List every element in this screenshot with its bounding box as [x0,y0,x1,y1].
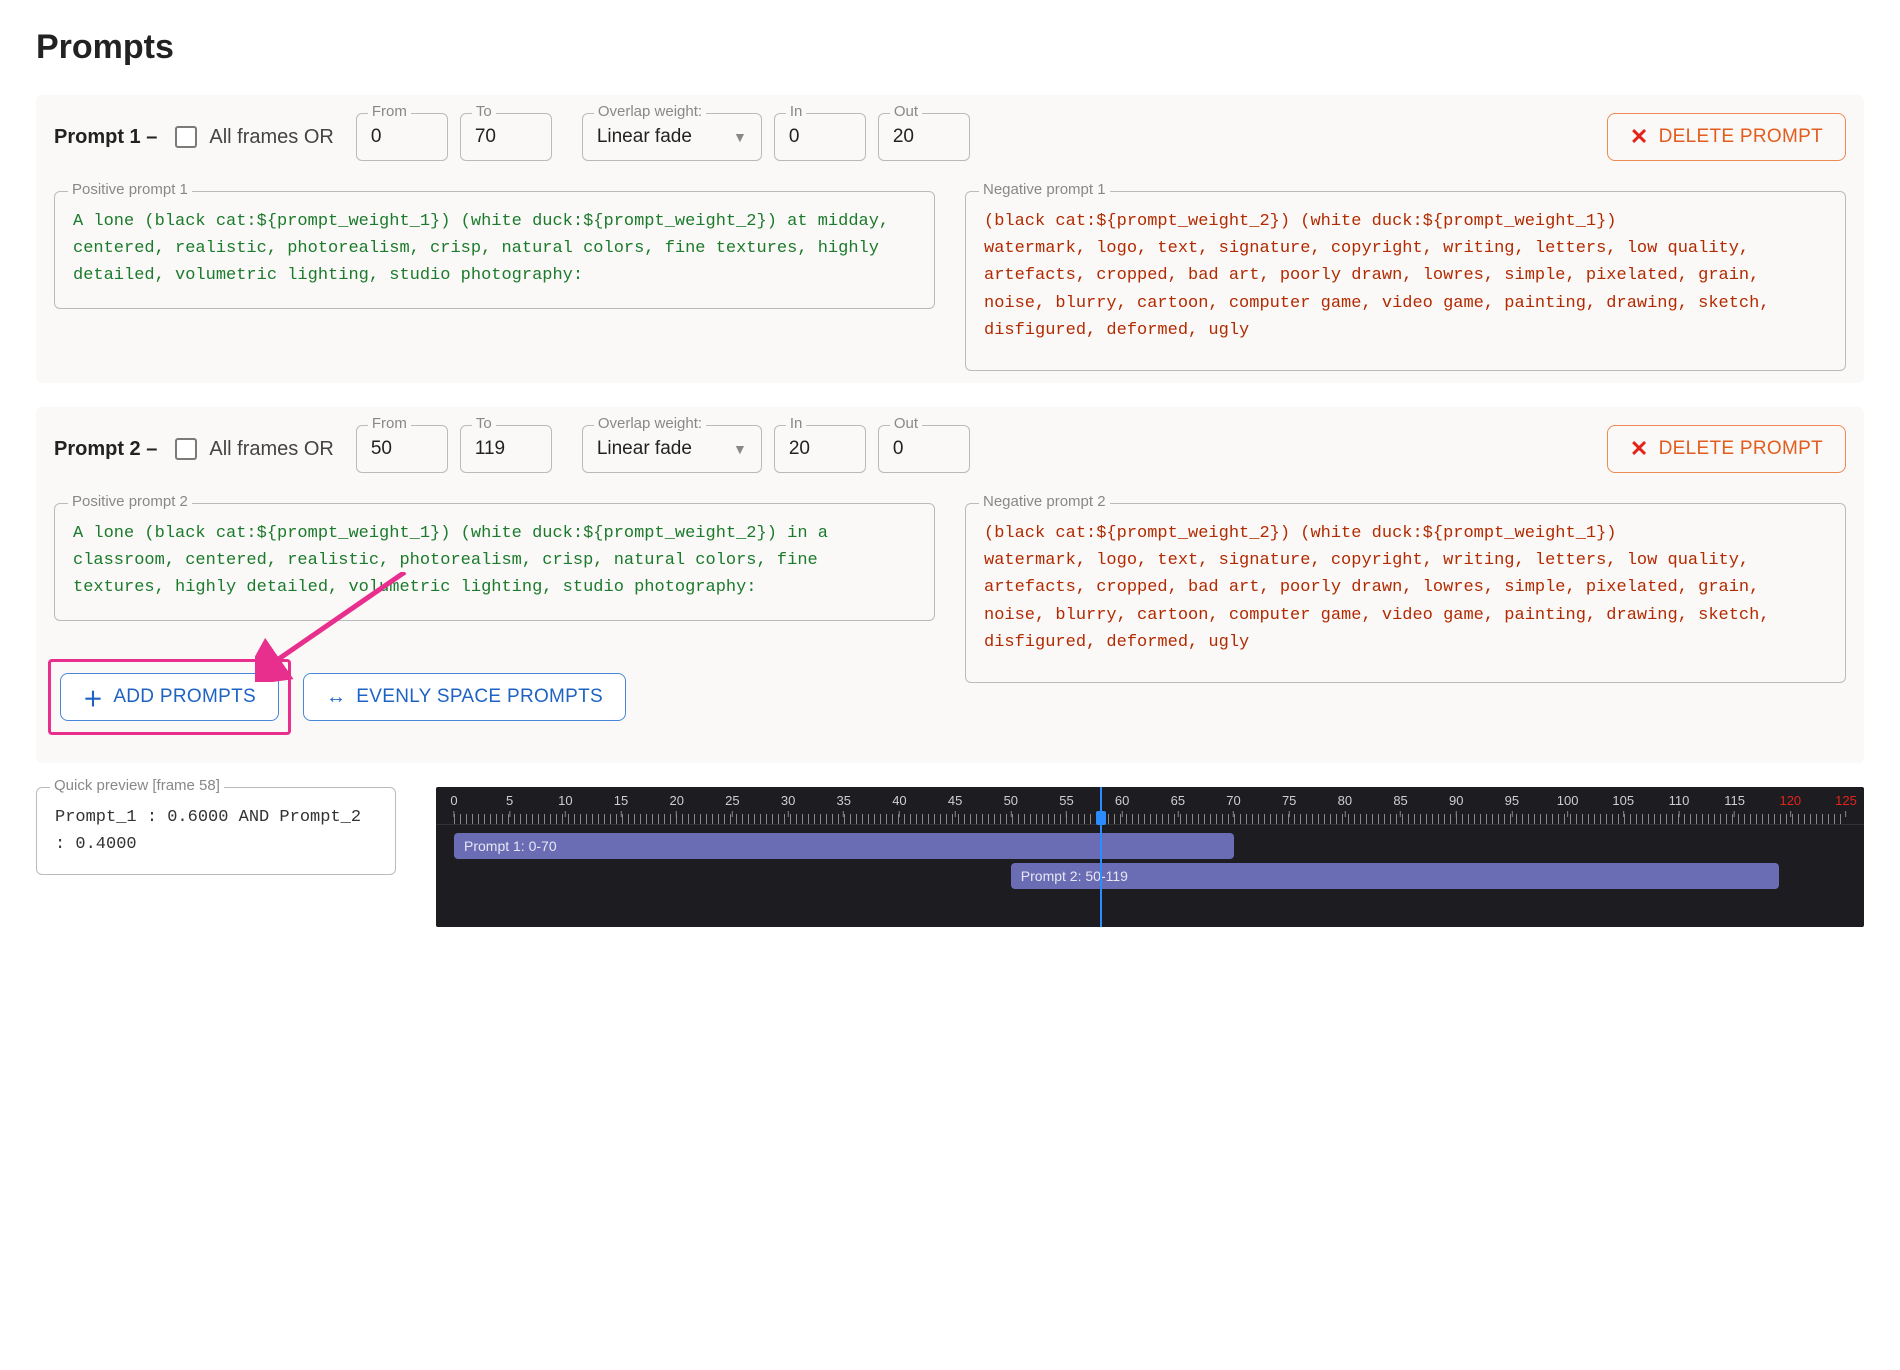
timeline-tick: 85 [1393,793,1407,817]
chevron-down-icon: ▼ [733,129,747,145]
prompt-1-to-input[interactable]: 70 [460,113,552,161]
negative-prompt-2-textarea[interactable]: (black cat:${prompt_weight_2}) (white du… [965,503,1846,683]
from-label-2: From [368,415,411,432]
timeline-tick: 75 [1282,793,1296,817]
timeline-tick: 35 [837,793,851,817]
positive-2-label: Positive prompt 2 [68,493,192,510]
timeline-tick: 50 [1004,793,1018,817]
prompt-1-in-input[interactable]: 0 [774,113,866,161]
out-label-2: Out [890,415,922,432]
positive-1-label: Positive prompt 1 [68,181,192,198]
timeline[interactable]: 0 5 10 15 20 25 30 35 40 45 50 55 60 65 70 75 80 85 90 95 10… [436,787,1864,927]
prompt-1-out-input[interactable]: 20 [878,113,970,161]
timeline-tick: 100 [1557,793,1579,817]
prompt-panel-2: Prompt 2 – All frames OR From 50 To 119 … [36,407,1864,763]
arrows-horizontal-icon: ↔ [326,686,346,709]
chevron-down-icon: ▼ [733,441,747,457]
plus-icon: ＋ [83,683,103,712]
in-label: In [786,103,807,120]
positive-prompt-1-textarea[interactable]: A lone (black cat:${prompt_weight_1}) (w… [54,191,935,309]
timeline-tick: 115 [1724,793,1745,817]
timeline-tick: 60 [1115,793,1129,817]
evenly-space-prompts-button[interactable]: ↔ EVENLY SPACE PROMPTS [303,673,626,721]
close-icon: ✕ [1630,126,1649,148]
negative-prompt-1-textarea[interactable]: (black cat:${prompt_weight_2}) (white du… [965,191,1846,371]
timeline-tick: 45 [948,793,962,817]
timeline-tick: 55 [1059,793,1073,817]
to-label-2: To [472,415,496,432]
timeline-tick: 25 [725,793,739,817]
negative-2-label: Negative prompt 2 [979,493,1110,510]
prompt-2-from-input[interactable]: 50 [356,425,448,473]
timeline-tick: 40 [892,793,906,817]
timeline-tick: 95 [1505,793,1519,817]
delete-prompt-2-button[interactable]: ✕ DELETE PROMPT [1607,425,1846,473]
close-icon: ✕ [1630,438,1649,460]
delete-prompt-1-button[interactable]: ✕ DELETE PROMPT [1607,113,1846,161]
all-frames-or-label: All frames OR [209,126,333,149]
quick-preview-label: Quick preview [frame 58] [50,777,224,794]
overlap-label: Overlap weight: [594,103,706,120]
prompt-2-overlap-select[interactable]: Linear fade ▼ [582,425,762,473]
timeline-tick: 5 [506,793,513,817]
timeline-tick: 125 [1835,793,1857,817]
add-prompts-button[interactable]: ＋ ADD PROMPTS [60,673,279,721]
prompt-1-overlap-select[interactable]: Linear fade ▼ [582,113,762,161]
all-frames-or-label-2: All frames OR [209,438,333,461]
quick-preview-body: Prompt_1 : 0.6000 AND Prompt_2 : 0.4000 [36,787,396,875]
from-label: From [368,103,411,120]
out-label: Out [890,103,922,120]
timeline-playhead[interactable] [1100,787,1102,927]
timeline-tick: 120 [1779,793,1801,817]
to-label: To [472,103,496,120]
timeline-tick: 90 [1449,793,1463,817]
timeline-tick: 80 [1338,793,1352,817]
page-title: Prompts [36,28,1864,67]
prompt-2-all-frames-checkbox[interactable] [175,438,197,460]
overlap-label-2: Overlap weight: [594,415,706,432]
prompt-2-out-input[interactable]: 0 [878,425,970,473]
prompt-2-to-input[interactable]: 119 [460,425,552,473]
negative-1-label: Negative prompt 1 [979,181,1110,198]
prompt-1-title: Prompt 1 – [54,126,157,149]
prompt-1-from-input[interactable]: 0 [356,113,448,161]
prompt-2-title: Prompt 2 – [54,438,157,461]
positive-prompt-2-textarea[interactable]: A lone (black cat:${prompt_weight_1}) (w… [54,503,935,621]
timeline-tick: 70 [1226,793,1240,817]
timeline-tick: 105 [1612,793,1634,817]
timeline-tick: 20 [669,793,683,817]
prompt-2-in-input[interactable]: 20 [774,425,866,473]
timeline-bar[interactable]: Prompt 2: 50-119 [1011,863,1779,889]
timeline-tick: 65 [1171,793,1185,817]
timeline-tick: 110 [1669,793,1690,817]
timeline-tick: 10 [558,793,572,817]
in-label-2: In [786,415,807,432]
prompt-panel-1: Prompt 1 – All frames OR From 0 To 70 Ov… [36,95,1864,383]
timeline-tick: 15 [614,793,628,817]
prompt-1-all-frames-checkbox[interactable] [175,126,197,148]
timeline-bar[interactable]: Prompt 1: 0-70 [454,833,1234,859]
timeline-tick: 30 [781,793,795,817]
timeline-tick: 0 [450,793,457,817]
